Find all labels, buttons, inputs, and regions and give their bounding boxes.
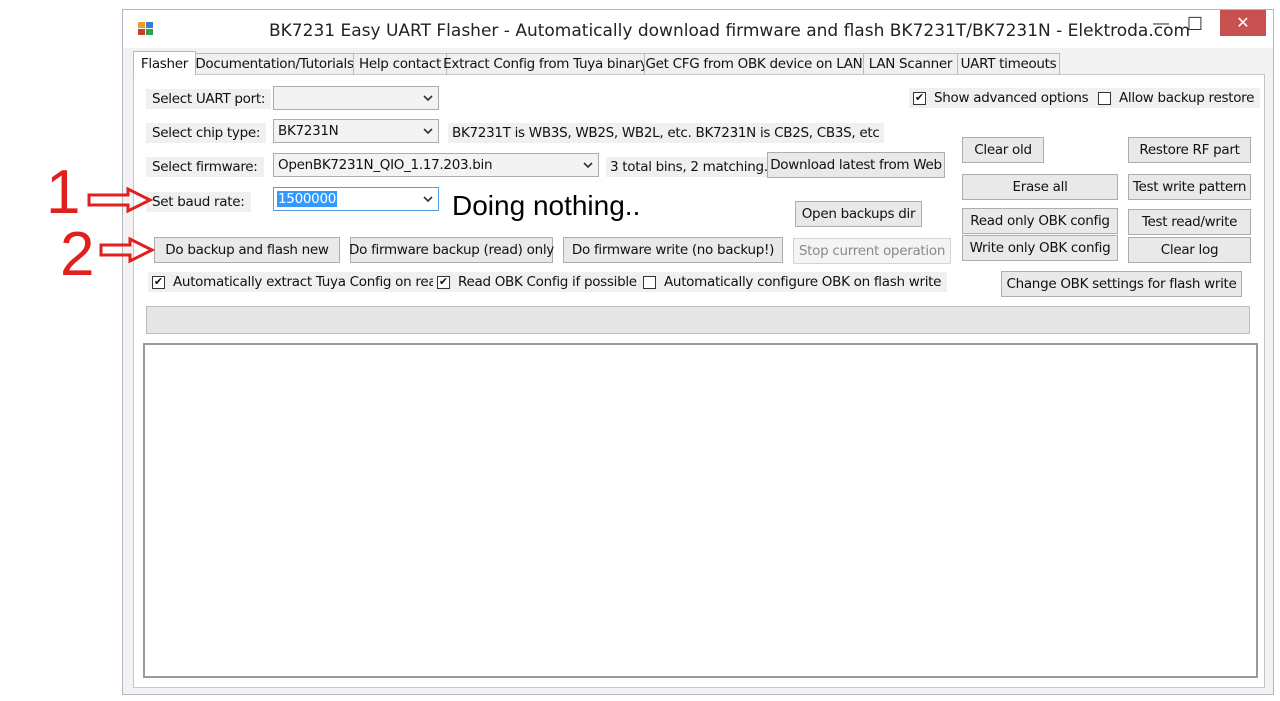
read-obk-config-label: Read OBK Config if possible — [458, 274, 637, 290]
backup-and-flash-button[interactable]: Do backup and flash new — [154, 237, 340, 263]
baud-rate-select[interactable]: 1500000 — [273, 187, 439, 211]
read-obk-config-button[interactable]: Read only OBK config — [962, 208, 1118, 234]
chevron-down-icon — [583, 162, 593, 169]
annotation-arrow-1-icon — [87, 186, 154, 214]
firmware-info-text: 3 total bins, 2 matching. — [606, 157, 772, 177]
chevron-down-icon — [423, 196, 433, 203]
checkbox-box[interactable] — [1098, 91, 1111, 105]
write-no-backup-button[interactable]: Do firmware write (no backup!) — [563, 237, 783, 263]
stop-operation-button[interactable]: Stop current operation — [793, 238, 951, 264]
app-icon — [138, 22, 154, 36]
main-window: BK7231 Easy UART Flasher - Automatically… — [122, 9, 1274, 695]
tab-extract-config[interactable]: Extract Config from Tuya binary — [443, 53, 648, 74]
log-textarea[interactable] — [143, 343, 1258, 678]
window-title: BK7231 Easy UART Flasher - Automatically… — [269, 21, 1191, 41]
firmware-select[interactable]: OpenBK7231N_QIO_1.17.203.bin — [273, 153, 599, 177]
tab-help-contact[interactable]: Help contact — [353, 53, 447, 74]
tab-get-cfg-lan[interactable]: Get CFG from OBK device on LAN — [644, 53, 864, 74]
progress-bar — [146, 306, 1250, 334]
tab-documentation[interactable]: Documentation/Tutorials — [195, 53, 354, 74]
allow-backup-restore-checkbox[interactable]: Allow backup restore — [1094, 88, 1261, 108]
auto-configure-obk-checkbox[interactable]: Automatically configure OBK on flash wri… — [639, 272, 948, 292]
tab-uart-timeouts[interactable]: UART timeouts — [957, 53, 1060, 74]
show-advanced-checkbox[interactable]: ✔ Show advanced options — [909, 88, 1095, 108]
chip-info-text: BK7231T is WB3S, WB2S, WB2L, etc. BK7231… — [448, 123, 884, 143]
checkbox-box[interactable]: ✔ — [152, 275, 165, 289]
read-obk-config-checkbox[interactable]: ✔ Read OBK Config if possible — [433, 272, 643, 292]
baud-rate-label: Set baud rate: — [146, 192, 251, 212]
tab-lan-scanner[interactable]: LAN Scanner — [863, 53, 958, 74]
backup-read-only-button[interactable]: Do firmware backup (read) only — [349, 237, 554, 263]
checkbox-box[interactable]: ✔ — [437, 275, 450, 289]
restore-rf-button[interactable]: Restore RF part — [1128, 137, 1251, 163]
annotation-marker-2: 2 — [60, 220, 95, 289]
uart-port-select[interactable] — [273, 86, 439, 110]
maximize-icon[interactable]: ☐ — [1180, 10, 1210, 38]
auto-extract-tuya-label: Automatically extract Tuya Config on rea… — [173, 274, 445, 290]
auto-configure-obk-label: Automatically configure OBK on flash wri… — [664, 274, 942, 290]
chevron-down-icon — [423, 95, 433, 102]
write-obk-config-button[interactable]: Write only OBK config — [962, 235, 1118, 261]
show-advanced-label: Show advanced options — [934, 90, 1089, 106]
test-write-pattern-button[interactable]: Test write pattern — [1128, 174, 1251, 200]
checkbox-box[interactable]: ✔ — [913, 91, 926, 105]
annotation-marker-1: 1 — [46, 158, 81, 227]
uart-port-label: Select UART port: — [146, 89, 272, 109]
firmware-label: Select firmware: — [146, 157, 264, 177]
checkbox-box[interactable] — [643, 275, 656, 289]
allow-backup-restore-label: Allow backup restore — [1119, 90, 1255, 106]
baud-rate-value[interactable]: 1500000 — [277, 191, 338, 207]
chip-type-label: Select chip type: — [146, 123, 267, 143]
annotation-arrow-2-icon — [99, 236, 156, 264]
download-latest-button[interactable]: Download latest from Web — [767, 152, 945, 178]
firmware-value: OpenBK7231N_QIO_1.17.203.bin — [278, 157, 493, 173]
clear-log-button[interactable]: Clear log — [1128, 237, 1251, 263]
chip-type-select[interactable]: BK7231N — [273, 119, 439, 143]
minimize-icon[interactable]: — — [1146, 10, 1176, 38]
title-bar: BK7231 Easy UART Flasher - Automatically… — [123, 10, 1273, 48]
change-obk-settings-button[interactable]: Change OBK settings for flash write — [1001, 271, 1242, 297]
status-text: Doing nothing.. — [446, 187, 664, 225]
test-read-write-button[interactable]: Test read/write — [1128, 209, 1251, 235]
chevron-down-icon — [423, 128, 433, 135]
auto-extract-tuya-checkbox[interactable]: ✔ Automatically extract Tuya Config on r… — [148, 272, 451, 292]
tab-flasher[interactable]: Flasher — [133, 51, 196, 75]
open-backups-button[interactable]: Open backups dir — [795, 201, 922, 227]
flasher-panel: Select UART port: ✔ Show advanced option… — [133, 74, 1265, 688]
clear-old-button[interactable]: Clear old — [962, 137, 1044, 163]
erase-all-button[interactable]: Erase all — [962, 174, 1118, 200]
chip-type-value: BK7231N — [278, 123, 339, 139]
close-button[interactable]: ✕ — [1220, 10, 1266, 36]
